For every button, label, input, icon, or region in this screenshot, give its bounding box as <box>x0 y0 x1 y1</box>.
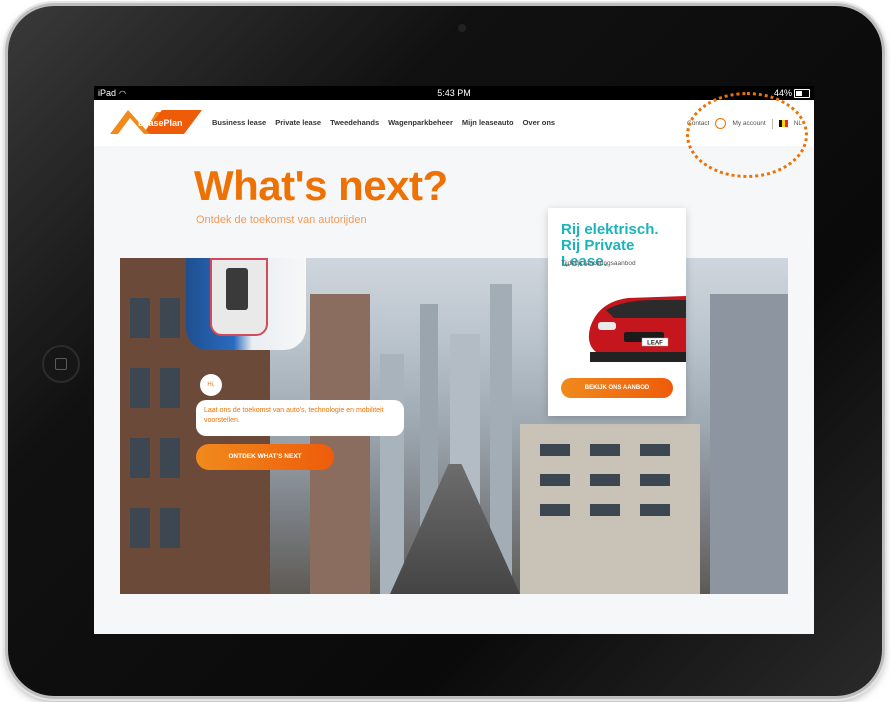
ipad-screen: iPad ◠ 5:43 PM 44% LeasePlan Business lea… <box>94 86 814 634</box>
hero-subline: Ontdek de toekomst van autorijden <box>196 214 367 226</box>
main-menu: Business lease Private lease Tweedehands… <box>212 118 555 127</box>
license-plate: LEAF <box>647 341 663 347</box>
battery-icon <box>794 89 810 98</box>
status-bar: iPad ◠ 5:43 PM 44% <box>94 86 814 100</box>
web-page: LeasePlan Business lease Private lease T… <box>94 100 814 634</box>
front-camera <box>458 24 466 32</box>
car-image: LEAF <box>588 296 686 362</box>
chat-hi-bubble: Hi, <box>200 374 222 396</box>
nav-wagenparkbeheer[interactable]: Wagenparkbeheer <box>388 118 453 127</box>
highlight-annotation-circle <box>686 92 808 178</box>
view-offer-button[interactable]: BEKIJK ONS AANBOD <box>561 378 673 398</box>
hero-image: Hi, Laat ons de toekomst van auto's, tec… <box>120 258 788 594</box>
home-icon <box>55 358 67 370</box>
discover-whats-next-button[interactable]: ONTDEK WHAT'S NEXT <box>196 444 334 470</box>
building-distant-1 <box>380 354 404 594</box>
nav-tweedehands[interactable]: Tweedehands <box>330 118 379 127</box>
promo-card[interactable]: Rij elektrisch. Rij Private Lease. Tijde… <box>548 208 686 416</box>
nav-mijn-leaseauto[interactable]: Mijn leaseauto <box>462 118 514 127</box>
status-time: 5:43 PM <box>437 88 471 98</box>
home-button[interactable] <box>42 345 80 383</box>
nav-private-lease[interactable]: Private lease <box>275 118 321 127</box>
charging-station <box>186 258 306 350</box>
logo-text: LeasePlan <box>138 118 183 128</box>
nav-over-ons[interactable]: Over ons <box>523 118 556 127</box>
building-far-right <box>710 294 788 594</box>
chat-message-bubble: Laat ons de toekomst van auto's, technol… <box>196 400 404 436</box>
building-right <box>520 424 700 594</box>
hero-headline: What's next? <box>194 162 448 209</box>
nav-business-lease[interactable]: Business lease <box>212 118 266 127</box>
promo-subtitle: Tijdelijk lanceringsaanbod <box>561 260 636 267</box>
leaseplan-logo[interactable]: LeasePlan <box>106 104 206 140</box>
